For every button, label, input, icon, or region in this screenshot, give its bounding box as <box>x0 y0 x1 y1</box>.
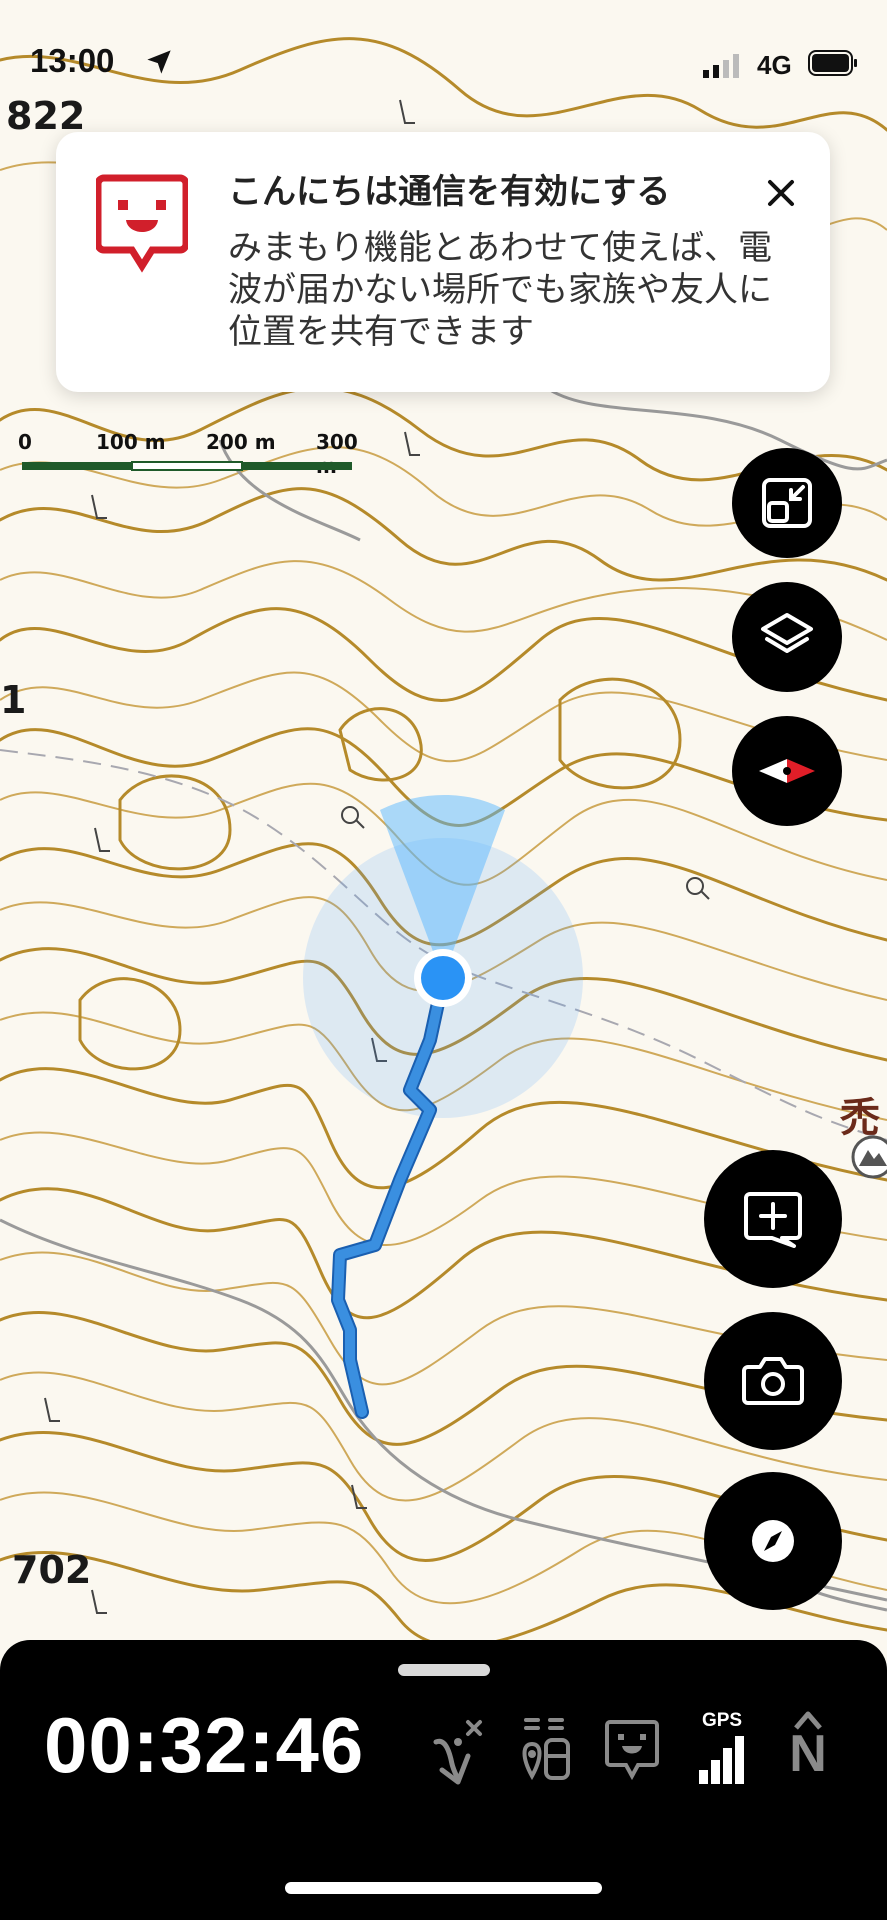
elevation-label: 702 <box>12 1548 92 1592</box>
elapsed-time: 00:32:46 <box>44 1701 365 1789</box>
konnichiwa-logo-icon <box>96 174 188 273</box>
status-bar: 13:00 4G <box>0 0 887 110</box>
close-icon[interactable] <box>756 168 806 218</box>
bottom-panel[interactable]: 00:32:46 GPS N <box>0 1640 887 1920</box>
network-type: 4G <box>757 50 792 80</box>
enable-konnichiwa-banner[interactable]: こんにちは通信を有効にする みまもり機能とあわせて使えば、電波が届かない場所でも… <box>56 132 830 392</box>
north-indicator[interactable]: N <box>786 1710 830 1790</box>
add-note-icon <box>744 1192 802 1248</box>
banner-title: こんにちは通信を有効にする <box>228 172 671 212</box>
camera-button[interactable] <box>704 1312 842 1450</box>
cellular-signal-icon <box>703 54 739 78</box>
fit-screen-icon <box>762 478 812 528</box>
konnichiwa-icon[interactable] <box>604 1710 660 1790</box>
compass-orientation-icon <box>759 759 815 783</box>
gps-signal-indicator[interactable]: GPS <box>697 1710 747 1790</box>
drag-handle[interactable] <box>398 1664 490 1676</box>
navigation-compass-icon <box>752 1520 794 1562</box>
layers-button[interactable] <box>732 582 842 692</box>
route-off-icon[interactable] <box>428 1710 484 1790</box>
layers-icon <box>761 613 813 653</box>
scale-label: 100 m <box>96 430 166 454</box>
north-label: N <box>789 1725 827 1783</box>
scale-bar-graphic <box>22 461 352 471</box>
camera-icon <box>742 1357 804 1405</box>
banner-body: みまもり機能とあわせて使えば、電波が届かない場所でも家族や友人に位置を共有できま… <box>228 228 772 352</box>
pins-icon[interactable] <box>516 1710 572 1790</box>
battery-icon <box>808 50 857 76</box>
clock: 13:00 <box>30 42 115 79</box>
location-arrow-icon <box>147 50 171 74</box>
summit-label[interactable]: 禿 <box>840 1085 880 1143</box>
add-note-button[interactable] <box>704 1150 842 1288</box>
scale-label: 200 m <box>206 430 276 454</box>
home-indicator[interactable] <box>285 1882 602 1894</box>
scale-bar: 0 100 m 200 m 300 m <box>18 430 378 480</box>
fit-screen-button[interactable] <box>732 448 842 558</box>
gps-signal-icon <box>699 1736 744 1784</box>
scale-label: 0 <box>18 430 32 454</box>
navigation-compass-button[interactable] <box>704 1472 842 1610</box>
elevation-label: 1 <box>0 678 27 722</box>
gps-label: GPS <box>701 1710 743 1731</box>
compass-orientation-button[interactable] <box>732 716 842 826</box>
